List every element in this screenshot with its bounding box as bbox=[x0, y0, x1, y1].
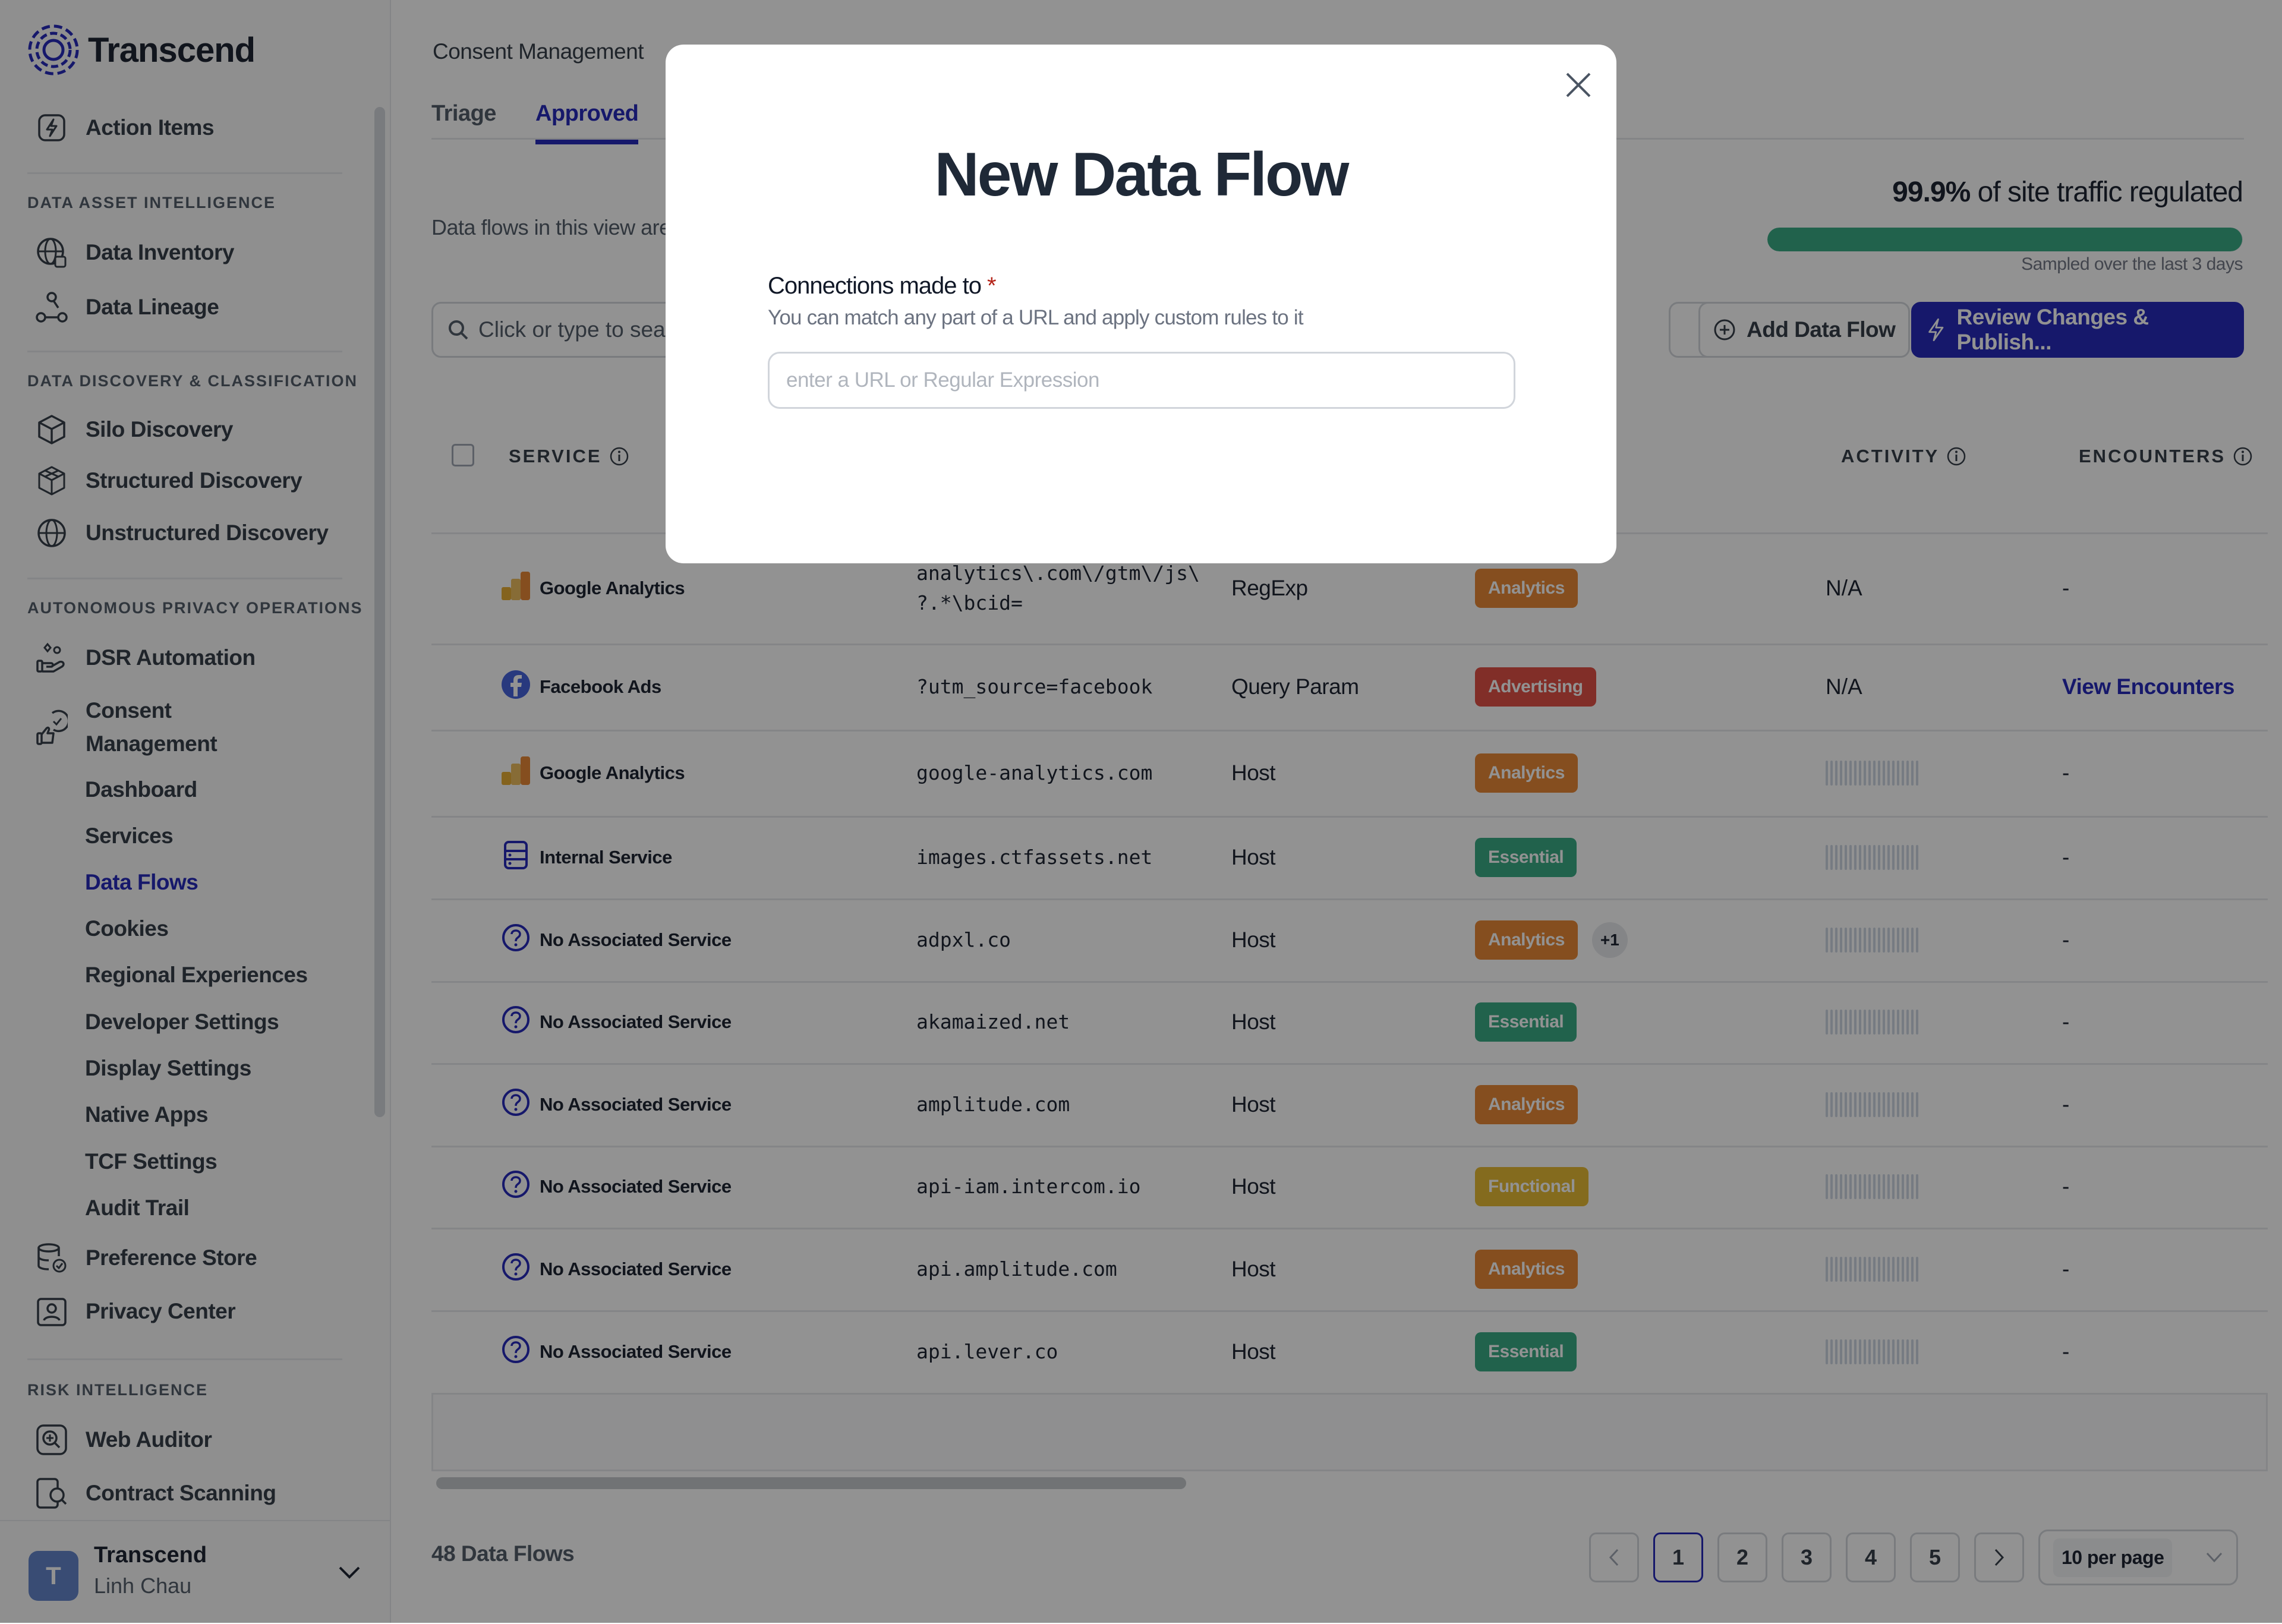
connections-label: Connections made to * bbox=[768, 273, 997, 299]
connections-label-text: Connections made to bbox=[768, 273, 982, 299]
required-mark: * bbox=[987, 273, 997, 299]
close-button[interactable] bbox=[1562, 68, 1595, 102]
modal-title: New Data Flow bbox=[934, 140, 1350, 209]
close-icon bbox=[1566, 72, 1591, 97]
connections-input[interactable] bbox=[768, 352, 1515, 409]
connections-help: You can match any part of a URL and appl… bbox=[768, 306, 1304, 329]
new-data-flow-modal: New Data Flow Connections made to * You c… bbox=[666, 45, 1616, 563]
